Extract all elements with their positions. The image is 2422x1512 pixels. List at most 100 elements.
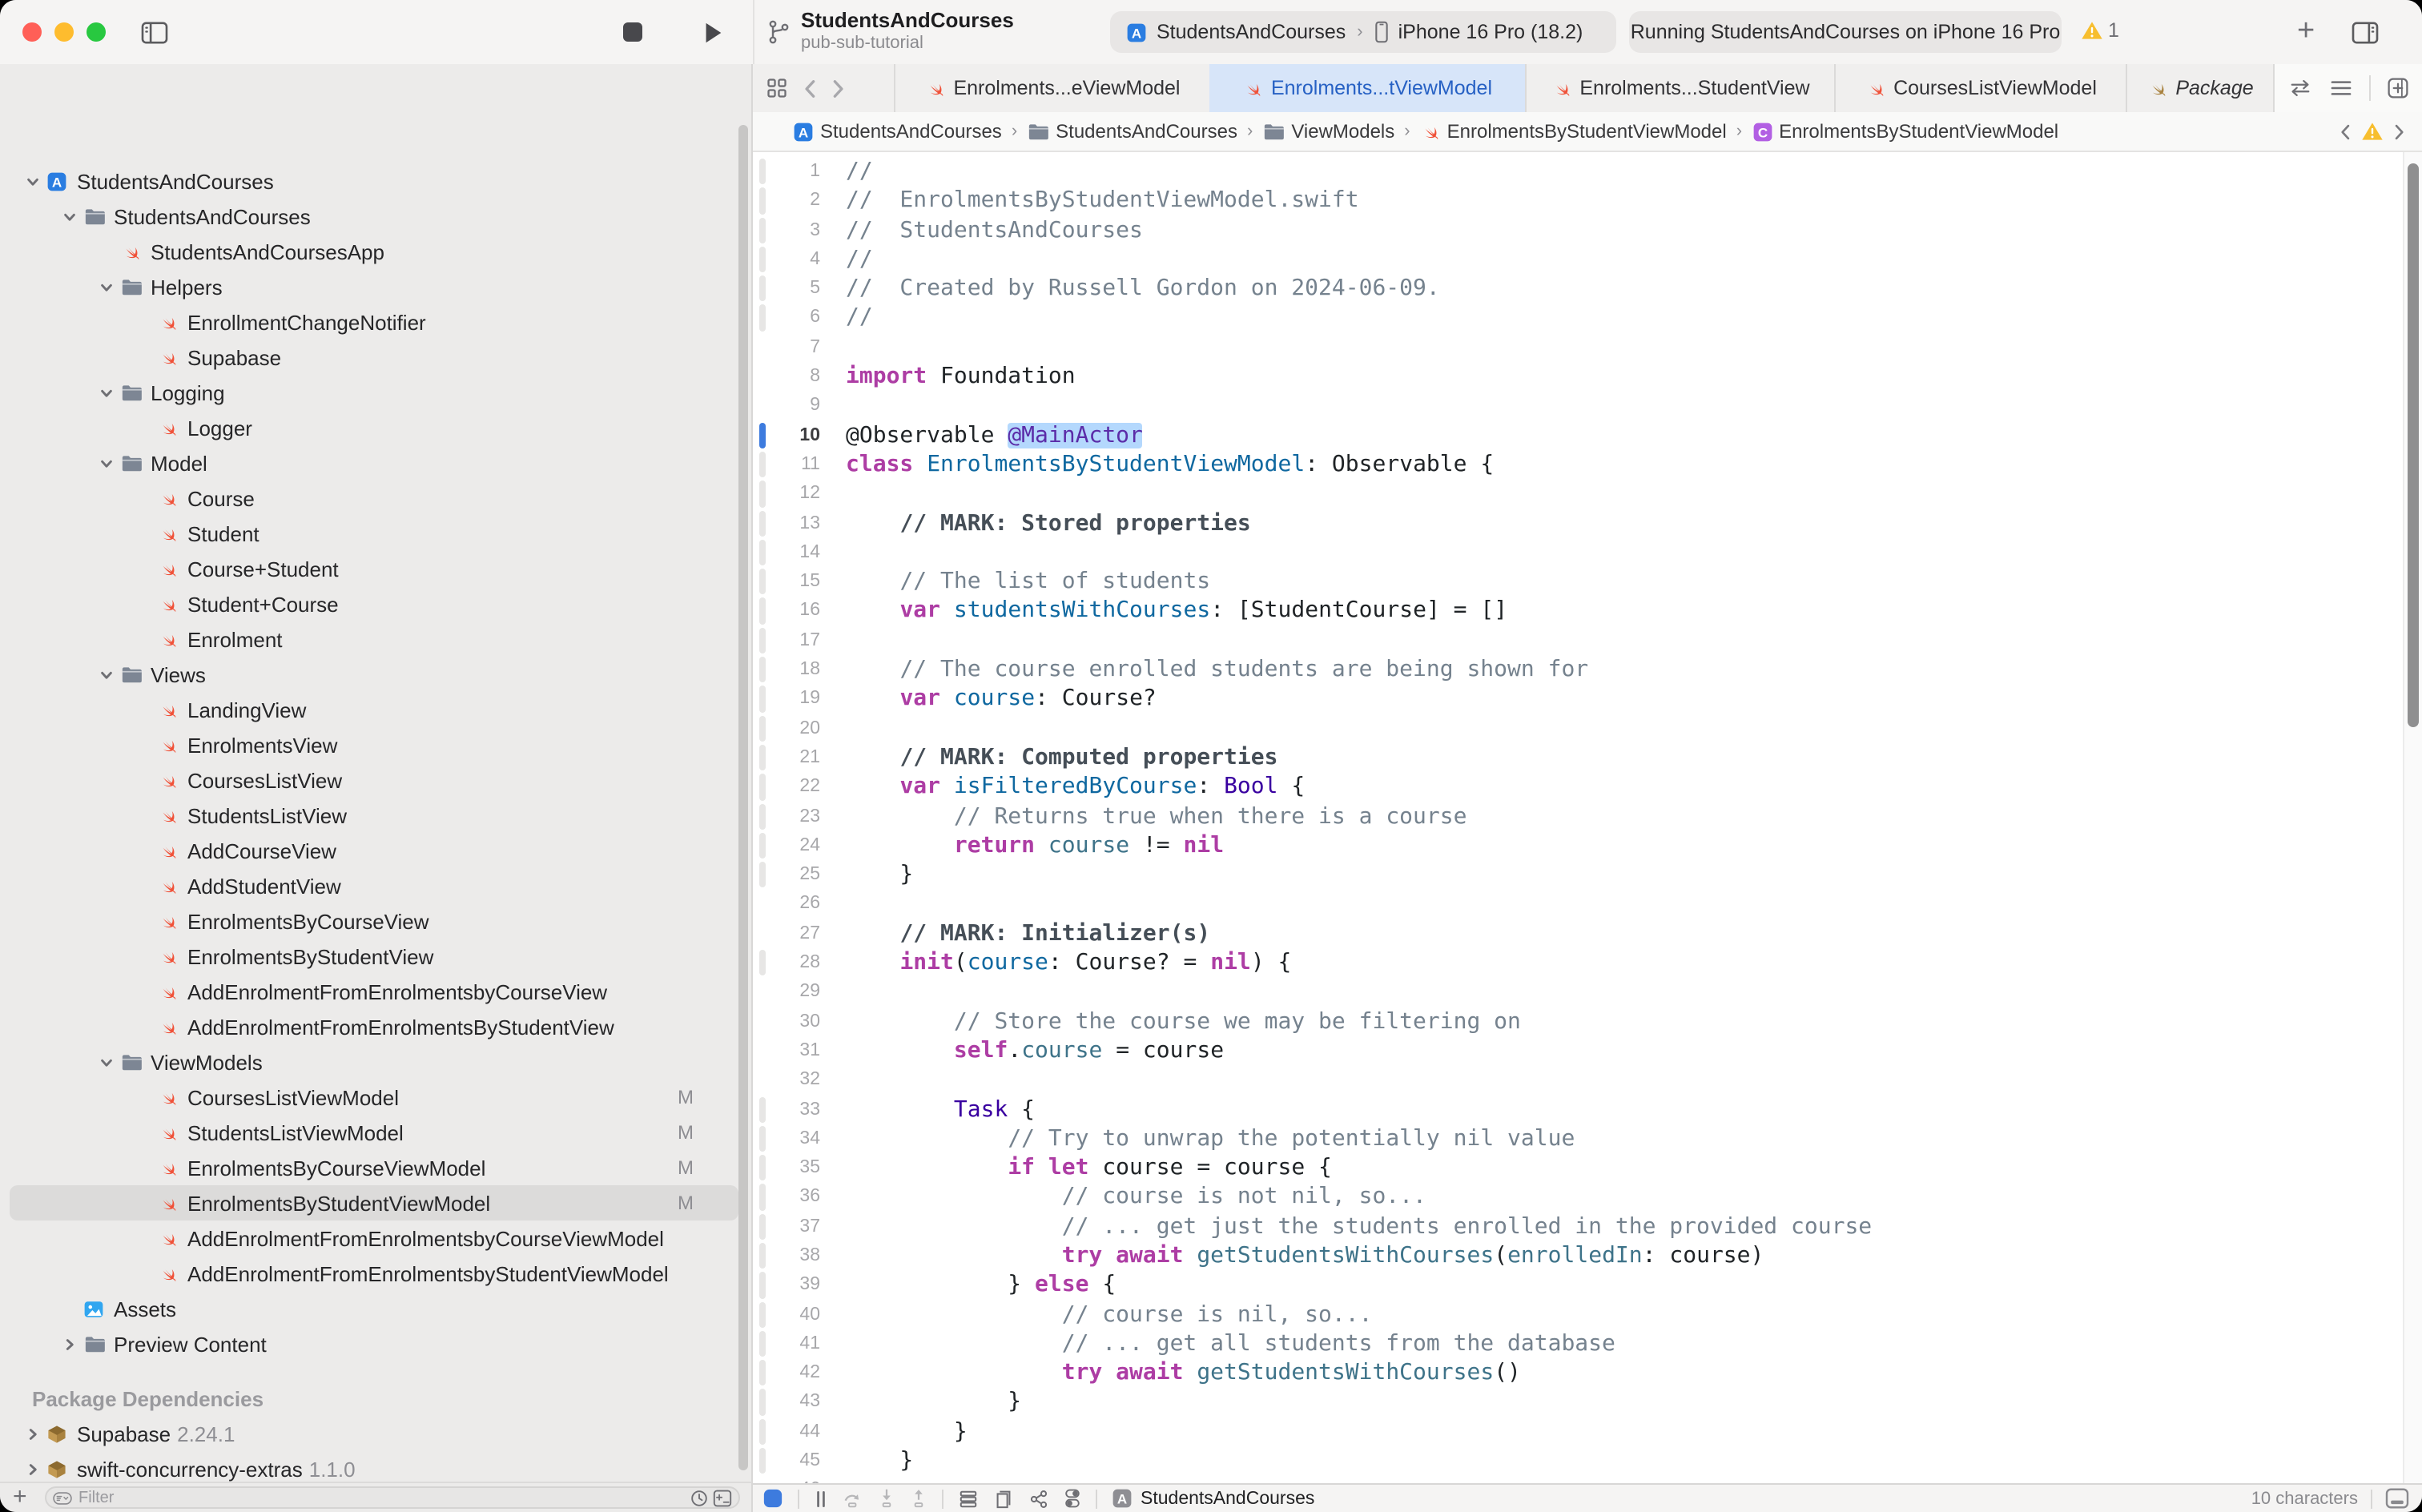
tree-row[interactable]: ViewModels	[0, 1044, 751, 1080]
tree-row[interactable]: Supabase	[0, 340, 751, 375]
tree-row[interactable]: AddCourseView	[0, 833, 751, 868]
code-line[interactable]: 12	[753, 480, 2422, 509]
tree-row[interactable]: Assets	[0, 1291, 751, 1326]
code-line[interactable]: 5// Created by Russell Gordon on 2024-06…	[753, 274, 2422, 304]
code-line[interactable]: 29	[753, 978, 2422, 1007]
code-line[interactable]: 17	[753, 626, 2422, 656]
minimize-window-button[interactable]	[54, 22, 74, 42]
code-line[interactable]: 35 if let course = course {	[753, 1153, 2422, 1183]
tab-package[interactable]: Package	[2126, 64, 2273, 112]
code-line[interactable]: 16 var studentsWithCourses: [StudentCour…	[753, 597, 2422, 626]
disclosure-closed-icon[interactable]	[59, 1337, 80, 1351]
tree-row[interactable]: StudentsAndCoursesApp	[0, 234, 751, 269]
code-line[interactable]: 38 try await getStudentsWithCourses(enro…	[753, 1241, 2422, 1271]
disclosure-open-icon[interactable]	[96, 667, 117, 682]
code-line[interactable]: 27 // MARK: Initializer(s)	[753, 919, 2422, 948]
tree-row[interactable]: Enrolment	[0, 621, 751, 657]
warning-badge[interactable]: 1	[2081, 19, 2119, 42]
tree-row[interactable]: EnrolmentsByStudentViewModelM	[0, 1185, 751, 1220]
disclosure-open-icon[interactable]	[96, 385, 117, 400]
tree-row[interactable]: Views	[0, 657, 751, 692]
tree-row[interactable]: Logging	[0, 375, 751, 410]
toggle-right-sidebar-icon[interactable]	[2352, 0, 2379, 64]
code-line[interactable]: 37 // ... get just the students enrolled…	[753, 1212, 2422, 1241]
code-line[interactable]: 21 // MARK: Computed properties	[753, 743, 2422, 773]
run-button[interactable]	[702, 0, 724, 64]
tree-row[interactable]: StudentsListView	[0, 798, 751, 833]
tab-courseslistviewmodel[interactable]: CoursesListViewModel	[1834, 64, 2126, 112]
code-line[interactable]: 39 } else {	[753, 1271, 2422, 1301]
stop-button[interactable]	[622, 0, 644, 64]
breadcrumb-item[interactable]: StudentsAndCourses	[1027, 120, 1237, 143]
disclosure-closed-icon[interactable]	[22, 1462, 43, 1476]
code-line[interactable]: 46	[753, 1476, 2422, 1483]
tree-row[interactable]: AStudentsAndCourses	[0, 163, 751, 199]
code-line[interactable]: 2// EnrolmentsByStudentViewModel.swift	[753, 187, 2422, 216]
code-line[interactable]: 7	[753, 333, 2422, 363]
add-editor-icon[interactable]	[2387, 77, 2409, 99]
tree-row[interactable]: Preview Content	[0, 1326, 751, 1361]
disclosure-open-icon[interactable]	[96, 456, 117, 470]
code-line[interactable]: 25 }	[753, 860, 2422, 890]
code-line[interactable]: 26	[753, 890, 2422, 919]
tree-row[interactable]: Logger	[0, 410, 751, 445]
breadcrumb-item[interactable]: AStudentsAndCourses	[793, 120, 1002, 143]
code-line[interactable]: 22 var isFilteredByCourse: Bool {	[753, 772, 2422, 802]
disclosure-open-icon[interactable]	[96, 279, 117, 294]
code-line[interactable]: 40 // course is nil, so...	[753, 1300, 2422, 1329]
code-line[interactable]: 28 init(course: Course? = nil) {	[753, 948, 2422, 978]
code-line[interactable]: 1//	[753, 157, 2422, 187]
source-control-filter-icon[interactable]	[713, 1489, 732, 1506]
prev-issue-icon[interactable]	[2339, 123, 2352, 140]
tree-row[interactable]: Student	[0, 516, 751, 551]
breadcrumb-item[interactable]: ViewModels	[1262, 120, 1394, 143]
toggle-left-sidebar-icon[interactable]	[141, 0, 168, 64]
tree-row[interactable]: AddEnrolmentFromEnrolmentsbyCourseView	[0, 974, 751, 1009]
source-editor[interactable]: 1//2// EnrolmentsByStudentViewModel.swif…	[753, 152, 2422, 1483]
tab-enrolments-tviewmodel[interactable]: Enrolments...tViewModel	[1209, 64, 1525, 112]
network-debug-icon[interactable]	[1028, 1489, 1049, 1508]
code-line[interactable]: 9	[753, 392, 2422, 421]
tree-row[interactable]: EnrolmentsByStudentView	[0, 939, 751, 974]
tree-row[interactable]: LandingView	[0, 692, 751, 727]
tree-row[interactable]: Model	[0, 445, 751, 481]
tree-row[interactable]: StudentsListViewModelM	[0, 1115, 751, 1150]
code-line[interactable]: 13 // MARK: Stored properties	[753, 509, 2422, 538]
recent-files-icon[interactable]	[690, 1489, 708, 1506]
tree-row[interactable]: Helpers	[0, 269, 751, 304]
code-line[interactable]: 36 // course is not nil, so...	[753, 1183, 2422, 1212]
close-window-button[interactable]	[22, 22, 42, 42]
related-items-icon[interactable]	[766, 77, 788, 99]
filter-field[interactable]: Filter	[45, 1486, 740, 1509]
code-line[interactable]: 20	[753, 714, 2422, 743]
add-button[interactable]: +	[2297, 0, 2315, 64]
swap-editor-icon[interactable]	[2287, 78, 2313, 98]
tree-row[interactable]: AddEnrolmentFromEnrolmentsbyCourseViewMo…	[0, 1220, 751, 1256]
code-line[interactable]: 18 // The course enrolled students are b…	[753, 655, 2422, 685]
code-line[interactable]: 31 self.course = course	[753, 1036, 2422, 1066]
package-row[interactable]: swift-concurrency-extras1.1.0	[0, 1451, 751, 1482]
tree-row[interactable]: CoursesListViewModelM	[0, 1080, 751, 1115]
code-line[interactable]: 19 var course: Course?	[753, 685, 2422, 714]
tree-row[interactable]: Course	[0, 481, 751, 516]
code-line[interactable]: 42 try await getStudentsWithCourses()	[753, 1358, 2422, 1388]
breadcrumb-item[interactable]: EnrolmentsByStudentViewModel	[1420, 120, 1727, 143]
step-over-icon[interactable]	[843, 1489, 863, 1508]
forward-icon[interactable]	[831, 78, 846, 99]
back-icon[interactable]	[803, 78, 817, 99]
code-line[interactable]: 11class EnrolmentsByStudentViewModel: Ob…	[753, 450, 2422, 480]
breadcrumb-item[interactable]: CEnrolmentsByStudentViewModel	[1752, 120, 2058, 143]
code-line[interactable]: 10@Observable @MainActor	[753, 420, 2422, 450]
code-line[interactable]: 41 // ... get all students from the data…	[753, 1329, 2422, 1359]
package-row[interactable]: Supabase2.24.1	[0, 1416, 751, 1451]
scheme-destination-label[interactable]: iPhone 16 Pro (18.2)	[1398, 21, 1583, 43]
tree-row[interactable]: AddStudentView	[0, 868, 751, 903]
toggle-debug-area-icon[interactable]	[2385, 1488, 2409, 1509]
code-line[interactable]: 43 }	[753, 1388, 2422, 1418]
code-line[interactable]: 23 // Returns true when there is a cours…	[753, 802, 2422, 831]
disclosure-open-icon[interactable]	[59, 209, 80, 223]
code-line[interactable]: 33 Task {	[753, 1095, 2422, 1124]
scheme-selector[interactable]: A StudentsAndCourses › iPhone 16 Pro (18…	[1110, 11, 1616, 53]
scheme-app-label[interactable]: StudentsAndCourses	[1157, 21, 1346, 43]
editor-scrollbar[interactable]	[2408, 163, 2419, 727]
